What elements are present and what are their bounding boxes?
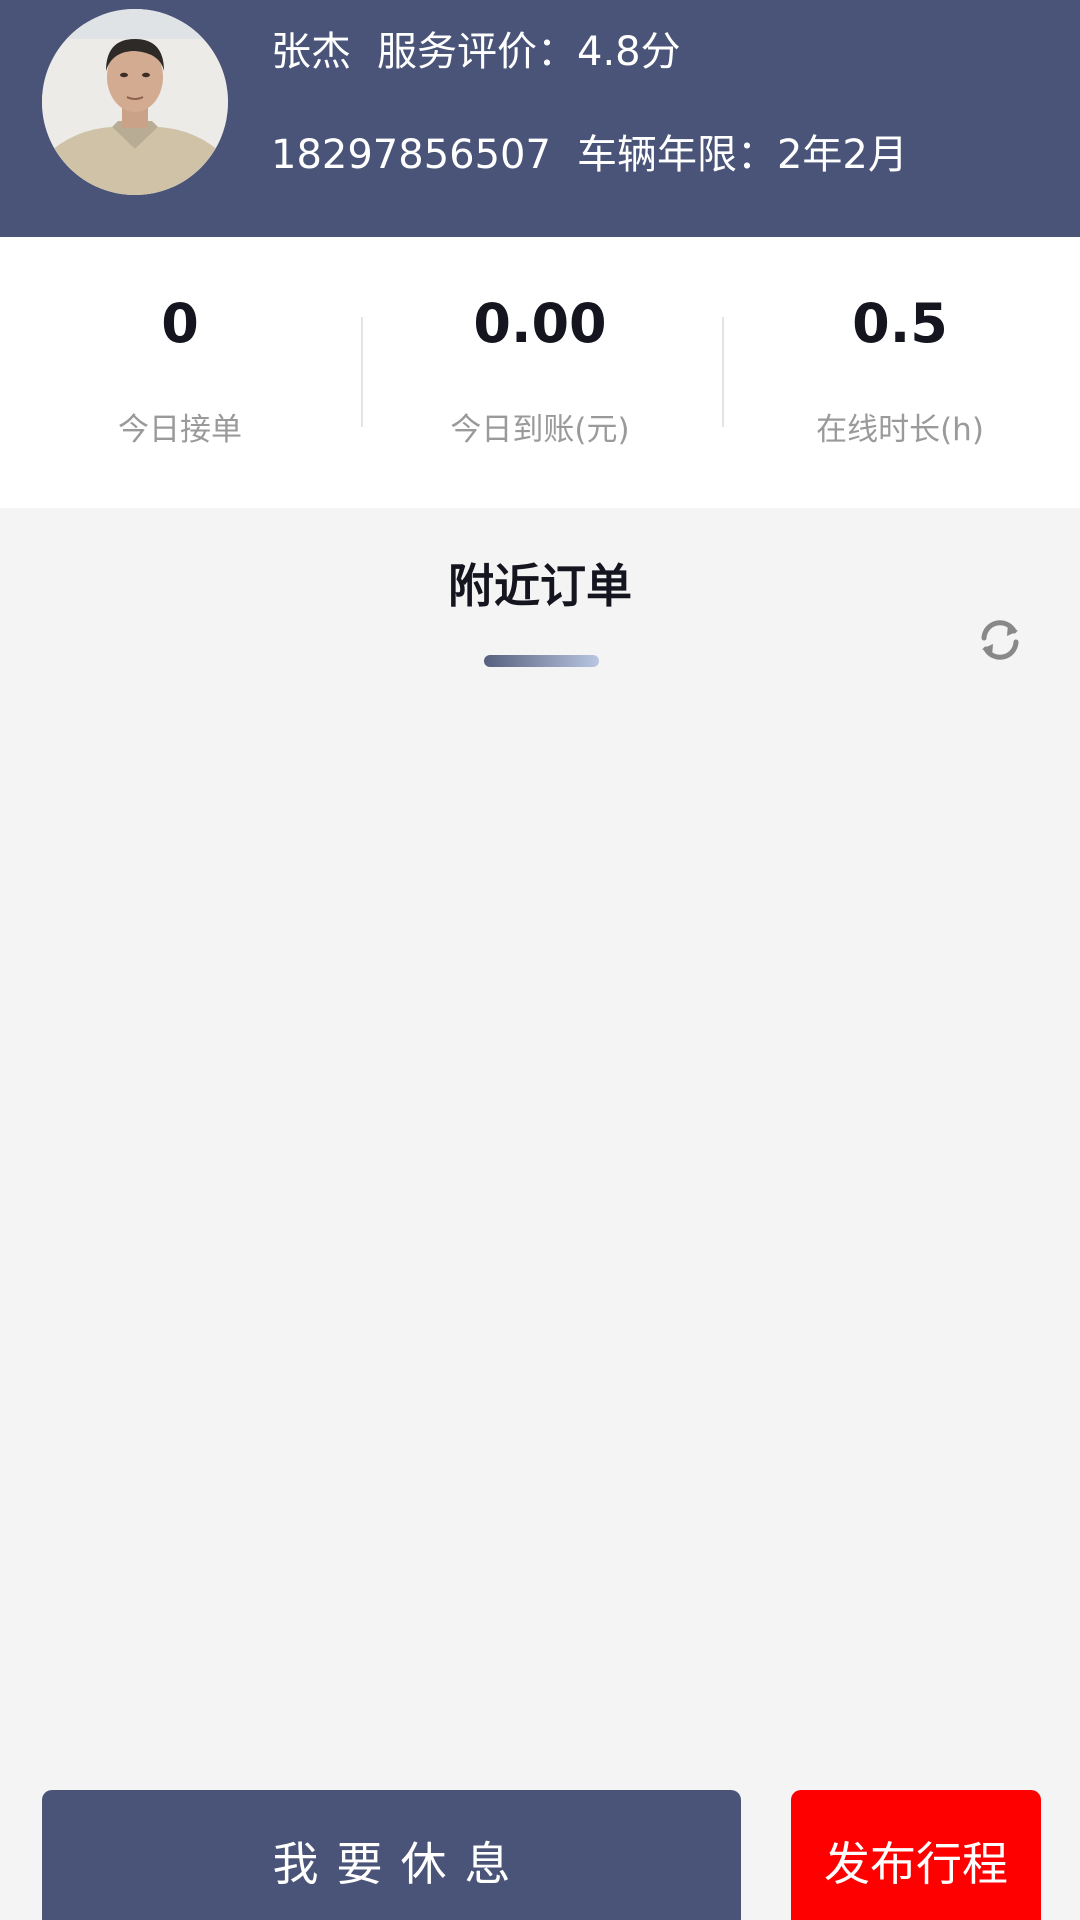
driver-name: 张杰 <box>271 29 351 75</box>
publish-trip-button[interactable]: 发布行程 <box>791 1790 1041 1920</box>
rating-label: 服务评价： <box>377 29 577 75</box>
stat-value: 0.5 <box>852 292 948 355</box>
rating-value: 4.8分 <box>577 29 681 75</box>
avatar-photo <box>42 9 228 195</box>
vehicle-age-label: 车辆年限： <box>576 132 777 178</box>
driver-phone: 18297856507 <box>271 132 551 178</box>
stat-income-today: 0.00 今日到账(元) <box>360 237 720 508</box>
rest-button[interactable]: 我要休息 <box>42 1790 741 1920</box>
driver-info-line: 张杰 服务评价：4.8分 <box>271 32 681 72</box>
daily-stats: 0 今日接单 0.00 今日到账(元) 0.5 在线时长(h) <box>0 237 1080 508</box>
stat-label: 在线时长(h) <box>816 412 984 448</box>
stat-label: 今日到账(元) <box>450 412 630 448</box>
app-screen: 张杰 服务评价：4.8分 18297856507 车辆年限：2年2月 0 今日接单 … <box>0 0 1080 1920</box>
title-underline <box>484 655 599 667</box>
stat-value: 0 <box>161 292 199 355</box>
stat-label: 今日接单 <box>118 412 242 448</box>
stat-online-hours: 0.5 在线时长(h) <box>720 237 1080 508</box>
stat-orders-today: 0 今日接单 <box>0 237 360 508</box>
refresh-icon[interactable] <box>976 616 1024 664</box>
driver-detail-line: 18297856507 车辆年限：2年2月 <box>271 135 908 175</box>
driver-header: 张杰 服务评价：4.8分 18297856507 车辆年限：2年2月 <box>0 0 1080 237</box>
stat-value: 0.00 <box>473 292 607 355</box>
driver-avatar[interactable] <box>42 9 228 195</box>
nearby-orders-list[interactable] <box>0 690 1080 1770</box>
nearby-orders-title: 附近订单 <box>448 559 632 613</box>
vehicle-age-value: 2年2月 <box>776 132 908 178</box>
